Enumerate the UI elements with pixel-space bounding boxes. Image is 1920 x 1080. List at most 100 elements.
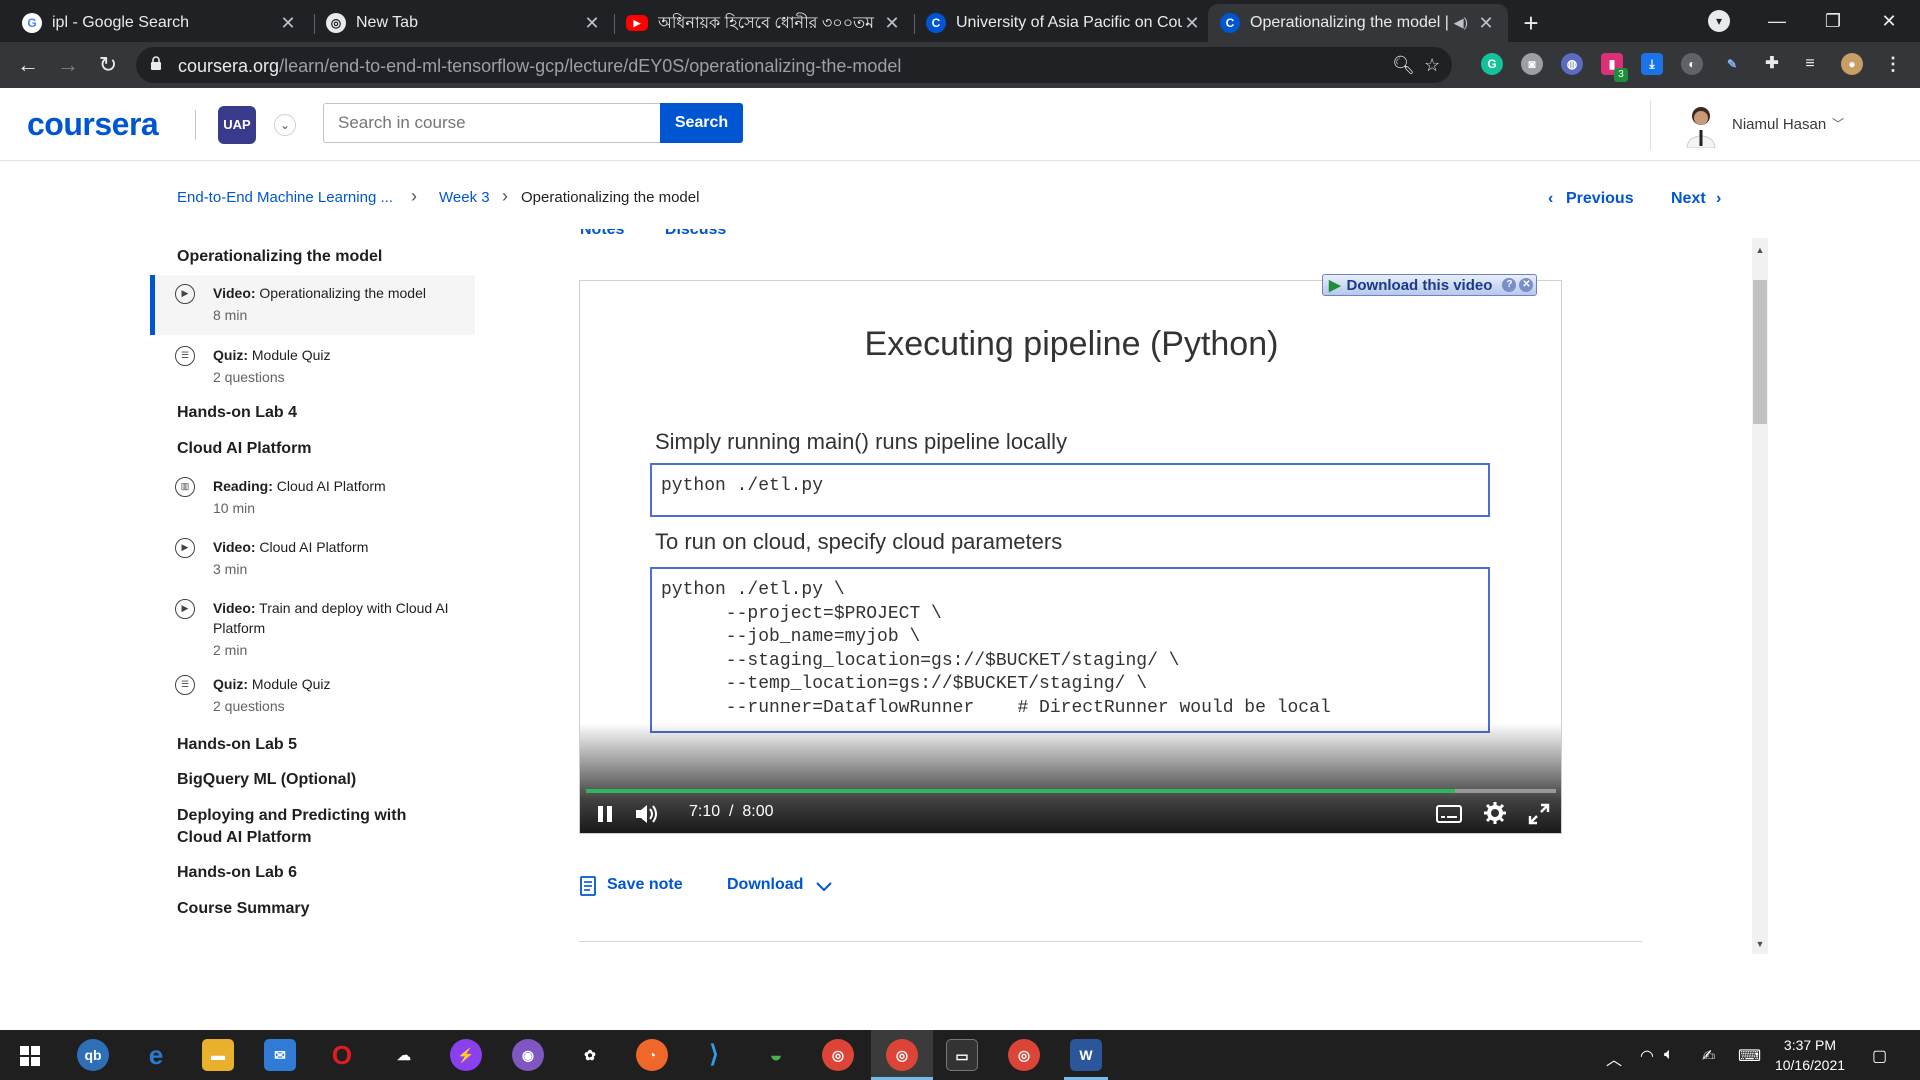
- word-icon[interactable]: W: [1070, 1039, 1102, 1071]
- video-player[interactable]: Executing pipeline (Python) Simply runni…: [579, 280, 1562, 834]
- quickbooks-icon[interactable]: qb: [77, 1039, 109, 1071]
- user-name[interactable]: Niamul Hasan: [1732, 116, 1826, 133]
- terminal-icon[interactable]: ▭: [946, 1039, 978, 1071]
- chevron-right-icon[interactable]: ›: [1716, 190, 1721, 208]
- media-control-icon[interactable]: ≡: [1799, 53, 1821, 75]
- camera-icon[interactable]: ◙: [1521, 53, 1543, 75]
- sidebar-section-title[interactable]: Course Summary: [177, 898, 310, 920]
- user-avatar[interactable]: [1681, 102, 1721, 148]
- audio-playing-icon[interactable]: ◀): [1454, 15, 1468, 31]
- close-tab-icon[interactable]: ✕: [1182, 13, 1202, 34]
- mail-icon[interactable]: ✉: [264, 1039, 296, 1071]
- breadcrumb-week[interactable]: Week 3: [439, 189, 490, 206]
- sidebar-item-quiz[interactable]: ☰ Quiz: Module Quiz 2 questions: [150, 666, 475, 722]
- notifications-icon[interactable]: ▢: [1872, 1046, 1887, 1066]
- next-button[interactable]: Next: [1671, 190, 1706, 208]
- opera-icon[interactable]: O: [326, 1039, 358, 1071]
- chrome-icon[interactable]: ◎: [886, 1039, 918, 1071]
- previous-button[interactable]: Previous: [1566, 190, 1634, 208]
- discuss-tab[interactable]: Discuss: [665, 229, 726, 239]
- firefox-icon[interactable]: ◔: [636, 1039, 668, 1071]
- search-button[interactable]: Search: [660, 103, 743, 143]
- new-tab-button[interactable]: +: [1516, 8, 1546, 38]
- coursera-logo[interactable]: coursera: [27, 106, 159, 143]
- download-extension-icon[interactable]: ⤓: [1641, 53, 1663, 75]
- sidebar-section-title[interactable]: Cloud AI Platform: [177, 438, 312, 460]
- close-tab-icon[interactable]: ✕: [882, 13, 902, 34]
- zoom-icon[interactable]: 🔍︎: [1392, 55, 1415, 76]
- fullscreen-icon[interactable]: [1528, 803, 1550, 825]
- note-icon[interactable]: [580, 876, 596, 896]
- extension-icon[interactable]: ◍: [1561, 53, 1583, 75]
- extensions-puzzle-icon[interactable]: ✚: [1761, 53, 1783, 75]
- download-button[interactable]: Download: [727, 876, 803, 894]
- volume-icon[interactable]: [634, 803, 660, 825]
- taskbar-clock[interactable]: 3:37 PM 10/16/2021: [1760, 1035, 1860, 1075]
- sidebar-item-video[interactable]: ▶ Video: Train and deploy with Cloud AI …: [150, 590, 475, 664]
- extension-icon[interactable]: ◐: [1681, 53, 1703, 75]
- grammarly-icon[interactable]: G: [1481, 53, 1503, 75]
- chevron-down-icon[interactable]: [816, 882, 832, 892]
- chevron-down-icon[interactable]: ﹀: [1832, 115, 1844, 132]
- sidebar-section-title[interactable]: Deploying and Predicting with Cloud AI P…: [177, 805, 437, 849]
- close-window-button[interactable]: ✕: [1866, 6, 1912, 36]
- github-icon[interactable]: ◉: [512, 1039, 544, 1071]
- save-note-button[interactable]: Save note: [607, 876, 683, 894]
- edge-icon[interactable]: e: [140, 1039, 172, 1071]
- windows-start-icon[interactable]: [20, 1046, 40, 1066]
- university-logo[interactable]: UAP: [218, 106, 256, 144]
- chrome-icon[interactable]: ◎: [822, 1039, 854, 1071]
- sidebar-item-quiz[interactable]: ☰ Quiz: Module Quiz 2 questions: [150, 337, 475, 393]
- tray-chevron-icon[interactable]: ︿: [1606, 1046, 1622, 1070]
- reload-button[interactable]: ↻: [92, 50, 124, 80]
- browser-tab[interactable]: G ipl - Google Search ✕: [10, 4, 310, 42]
- sidebar-item-reading[interactable]: ▥ Reading: Cloud AI Platform 10 min: [150, 468, 475, 524]
- captions-icon[interactable]: [1436, 805, 1462, 823]
- sidebar-section-title[interactable]: Hands-on Lab 5: [177, 734, 297, 756]
- sidebar-section-title[interactable]: Operationalizing the model: [177, 246, 382, 268]
- bookmark-star-icon[interactable]: ☆: [1424, 55, 1440, 76]
- app-icon[interactable]: ◒: [760, 1039, 792, 1071]
- keyboard-icon[interactable]: ⌨︎: [1738, 1046, 1761, 1066]
- sidebar-section-title[interactable]: Hands-on Lab 4: [177, 402, 297, 424]
- wifi-icon[interactable]: ◠: [1640, 1046, 1654, 1066]
- scrollbar-thumb[interactable]: [1753, 280, 1767, 424]
- browser-tab[interactable]: C University of Asia Pacific on Cour ✕: [914, 4, 1214, 42]
- sidebar-section-title[interactable]: BigQuery ML (Optional): [177, 769, 356, 791]
- scroll-down-arrow[interactable]: ▼: [1752, 936, 1768, 952]
- close-tab-icon[interactable]: ✕: [1476, 13, 1496, 34]
- chevron-left-icon[interactable]: ‹: [1548, 190, 1553, 208]
- forward-button[interactable]: →: [52, 50, 84, 80]
- sidebar-item-video[interactable]: ▶ Video: Cloud AI Platform 3 min: [150, 529, 475, 585]
- browser-tab-active[interactable]: C Operationalizing the model | ◀) ✕: [1208, 4, 1508, 42]
- scroll-up-arrow[interactable]: ▲: [1752, 242, 1768, 258]
- tab-search-icon[interactable]: ▾: [1708, 10, 1730, 32]
- sidebar-item-video[interactable]: ▶ Video: Operationalizing the model 8 mi…: [150, 275, 475, 335]
- speaker-icon[interactable]: 🔈︎: [1664, 1046, 1674, 1064]
- messenger-icon[interactable]: ⚡: [450, 1039, 482, 1071]
- browser-tab[interactable]: ▶ অধিনায়ক হিসেবে ধোনীর ৩০০তম ✕: [614, 4, 914, 42]
- menu-kebab-icon[interactable]: ⋮: [1882, 53, 1904, 75]
- chrome-icon[interactable]: ◎: [1008, 1039, 1040, 1071]
- pause-icon[interactable]: [596, 805, 614, 823]
- pen-extension-icon[interactable]: ✎: [1721, 53, 1743, 75]
- sidebar-section-title[interactable]: Hands-on Lab 6: [177, 862, 297, 884]
- chevron-down-icon[interactable]: ⌄: [274, 114, 296, 136]
- settings-gear-icon[interactable]: [1484, 802, 1506, 824]
- close-icon[interactable]: ✕: [1519, 278, 1534, 292]
- download-video-overlay[interactable]: ▶ Download this video ? ✕: [1322, 274, 1538, 296]
- address-bar[interactable]: coursera.org/learn/end-to-end-ml-tensorf…: [136, 47, 1452, 83]
- help-icon[interactable]: ?: [1502, 278, 1517, 292]
- browser-tab[interactable]: ◎ New Tab ✕: [314, 4, 614, 42]
- file-explorer-icon[interactable]: ▬: [202, 1039, 234, 1071]
- pen-icon[interactable]: ✍︎: [1702, 1046, 1715, 1066]
- back-button[interactable]: ←: [12, 50, 44, 80]
- minimize-button[interactable]: —: [1754, 6, 1800, 36]
- video-progress-bar[interactable]: [586, 789, 1556, 793]
- app-icon[interactable]: ✿: [574, 1039, 606, 1071]
- restore-button[interactable]: ❐: [1810, 6, 1856, 36]
- close-tab-icon[interactable]: ✕: [582, 13, 602, 34]
- notes-tab[interactable]: Notes: [580, 229, 624, 239]
- close-tab-icon[interactable]: ✕: [278, 13, 298, 34]
- app-icon[interactable]: ☁: [388, 1039, 420, 1071]
